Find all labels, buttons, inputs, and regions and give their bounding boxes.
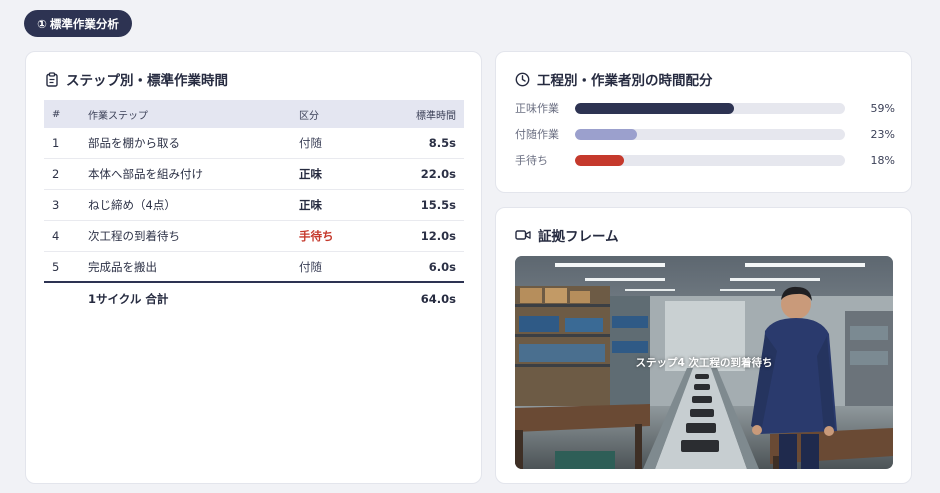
row-no: 1 bbox=[52, 136, 60, 150]
bar-track bbox=[575, 154, 845, 166]
table-row: 4 次工程の到着待ち 手待ち 12.0s bbox=[44, 221, 464, 252]
bar-label: 正味作業 bbox=[515, 102, 559, 115]
bar-label: 手待ち bbox=[515, 154, 548, 167]
row-no: 2 bbox=[52, 167, 60, 181]
row-time: 15.5s bbox=[420, 198, 456, 212]
row-time: 22.0s bbox=[420, 167, 456, 181]
evidence-card-title-text: 証拠フレーム bbox=[538, 229, 619, 245]
bar-percent: 18% bbox=[870, 153, 895, 167]
clipboard-icon bbox=[45, 71, 59, 87]
steps-card-title: ステップ別・標準作業時間 bbox=[45, 69, 228, 89]
dist-card-title-text: 工程別・作業者別の時間配分 bbox=[537, 73, 713, 89]
time-distribution-card: 工程別・作業者別の時間配分 正味作業 59% 付随作業 23% 手待ち 18% bbox=[495, 51, 912, 193]
total-time: 64.0s bbox=[420, 292, 456, 306]
row-no: 5 bbox=[52, 259, 60, 274]
row-time: 6.0s bbox=[428, 259, 456, 274]
row-time: 8.5s bbox=[428, 136, 456, 150]
table-row: 1 部品を棚から取る 付随 8.5s bbox=[44, 128, 464, 159]
header-kind: 区分 bbox=[299, 110, 319, 122]
bar-label: 付随作業 bbox=[515, 128, 559, 141]
row-kind: 付随 bbox=[299, 136, 322, 150]
bar-row-incidental: 付随作業 23% bbox=[515, 126, 895, 142]
bar-track bbox=[575, 102, 845, 114]
row-step: 次工程の到着待ち bbox=[88, 229, 180, 243]
bar-fill bbox=[575, 128, 638, 140]
row-kind: 正味 bbox=[299, 167, 322, 181]
bar-fill bbox=[575, 154, 624, 166]
section-badge: ① 標準作業分析 bbox=[24, 10, 132, 37]
clock-icon bbox=[515, 72, 530, 87]
video-camera-icon bbox=[515, 228, 531, 242]
bar-percent: 23% bbox=[870, 127, 895, 141]
row-step: 部品を棚から取る bbox=[88, 136, 180, 150]
header-time: 標準時間 bbox=[416, 110, 456, 122]
badge-label: 標準作業分析 bbox=[49, 16, 119, 31]
bar-fill bbox=[575, 102, 735, 114]
table-row: 5 完成品を搬出 付随 6.0s bbox=[44, 252, 464, 283]
badge-number: ① bbox=[37, 16, 47, 31]
evidence-photo[interactable]: ステップ4 次工程の到着待ち bbox=[515, 256, 893, 469]
row-no: 4 bbox=[52, 229, 60, 243]
row-step: 完成品を搬出 bbox=[88, 259, 157, 274]
row-step: ねじ締め（4点） bbox=[88, 198, 176, 212]
dist-card-title: 工程別・作業者別の時間配分 bbox=[515, 69, 713, 89]
evidence-card-title: 証拠フレーム bbox=[515, 225, 619, 245]
steps-card-title-text: ステップ別・標準作業時間 bbox=[66, 73, 228, 89]
bar-row-net: 正味作業 59% bbox=[515, 100, 895, 116]
bar-percent: 59% bbox=[870, 101, 895, 115]
table-row: 2 本体へ部品を組み付け 正味 22.0s bbox=[44, 159, 464, 190]
row-kind: 付随 bbox=[299, 259, 322, 274]
table-total-row: 1サイクル 合計 64.0s bbox=[44, 283, 464, 315]
bar-track bbox=[575, 128, 845, 140]
table-row: 3 ねじ締め（4点） 正味 15.5s bbox=[44, 190, 464, 221]
header-no: # bbox=[52, 108, 61, 120]
row-time: 12.0s bbox=[420, 229, 456, 243]
table-header: # 作業ステップ 区分 標準時間 bbox=[44, 100, 464, 128]
header-step: 作業ステップ bbox=[88, 110, 148, 122]
total-label: 1サイクル 合計 bbox=[88, 292, 169, 306]
steps-table: # 作業ステップ 区分 標準時間 1 部品を棚から取る 付随 8.5s 2 本体… bbox=[44, 100, 464, 315]
evidence-caption: ステップ4 次工程の到着待ち bbox=[635, 357, 773, 369]
row-kind: 手待ち bbox=[299, 229, 334, 243]
row-step: 本体へ部品を組み付け bbox=[88, 167, 203, 181]
bar-row-waiting: 手待ち 18% bbox=[515, 152, 895, 168]
steps-card: ステップ別・標準作業時間 # 作業ステップ 区分 標準時間 1 部品を棚から取る… bbox=[25, 51, 482, 484]
row-kind: 正味 bbox=[299, 198, 322, 212]
evidence-frame-card: 証拠フレーム ステップ4 次工程の到着待ち bbox=[495, 207, 912, 484]
row-no: 3 bbox=[52, 198, 60, 212]
